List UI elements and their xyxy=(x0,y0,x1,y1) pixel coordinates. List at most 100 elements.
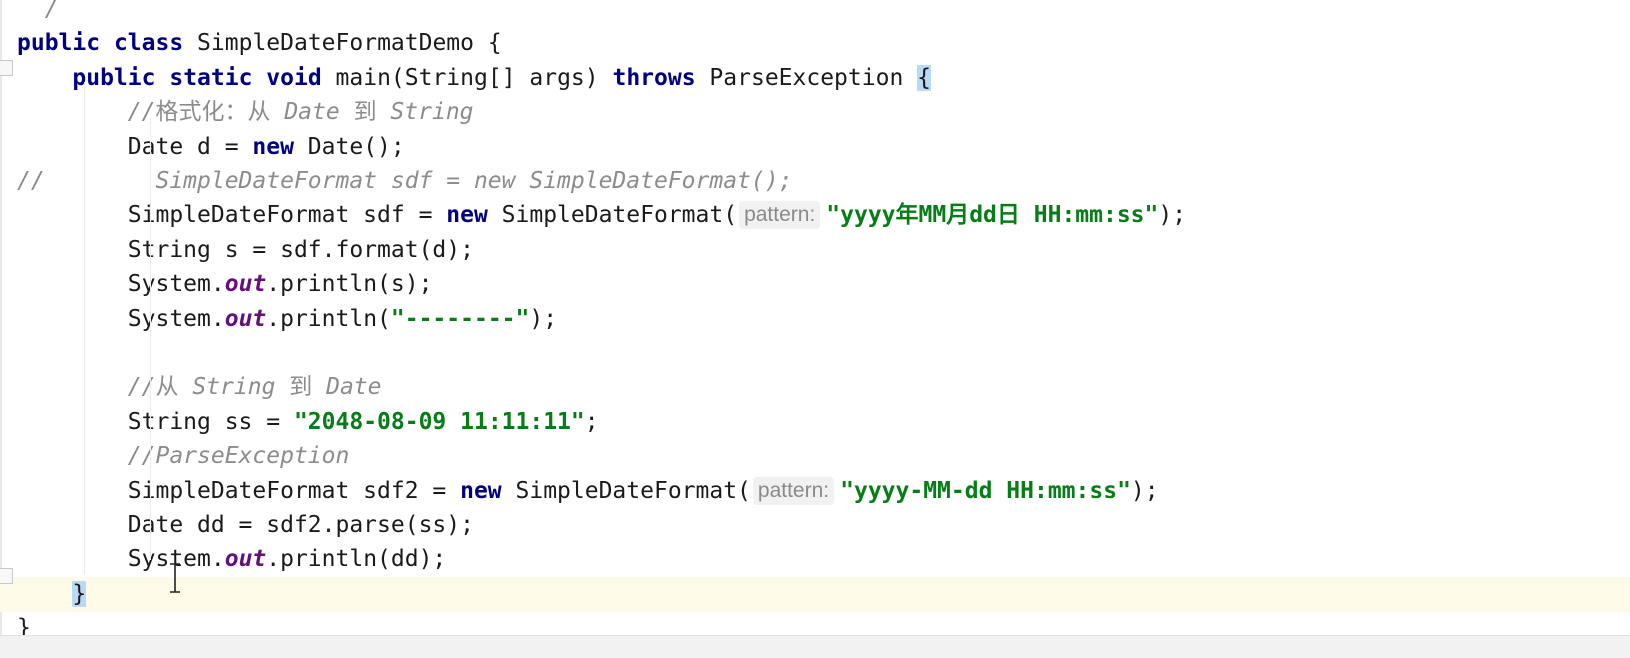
comment-token: 到 xyxy=(353,99,377,126)
code-token: ; xyxy=(584,408,599,435)
code-line[interactable]: public class SimpleDateFormatDemo { xyxy=(0,26,1630,61)
indent-guide xyxy=(150,118,151,560)
code-token: ParseException xyxy=(695,64,918,91)
comment-token: 格式化：从 xyxy=(155,99,271,126)
fold-marker-icon[interactable] xyxy=(0,60,13,76)
string-literal: "yyyy年MM月dd日 HH:mm:ss" xyxy=(826,202,1159,229)
code-line-text: public class SimpleDateFormatDemo { xyxy=(17,26,502,61)
i-beam-text-cursor-icon xyxy=(170,563,180,593)
code-line[interactable]: } xyxy=(0,576,1630,612)
keyword-token: new xyxy=(446,202,488,229)
code-line-text: Date dd = sdf2.parse(ss); xyxy=(17,508,474,543)
code-line-text: //格式化：从 Date 到 String xyxy=(17,95,474,130)
code-token: .println(dd); xyxy=(266,546,447,573)
parameter-hint: pattern: xyxy=(739,201,821,230)
code-line[interactable]: System.out.println("--------"); xyxy=(0,302,1630,337)
code-token: SimpleDateFormat( xyxy=(487,202,738,229)
code-line-text: SimpleDateFormat sdf2 = new SimpleDateFo… xyxy=(17,474,1159,509)
code-line[interactable]: SimpleDateFormat sdf2 = new SimpleDateFo… xyxy=(0,474,1630,509)
static-field-token: out xyxy=(224,305,267,332)
code-line-text: String s = sdf.format(d); xyxy=(17,233,474,268)
code-line-text: Date d = new Date(); xyxy=(17,130,405,165)
fold-marker-icon[interactable] xyxy=(0,568,13,584)
comment-token: String xyxy=(376,99,474,126)
code-line[interactable]: public static void main(String[] args) t… xyxy=(0,61,1630,96)
code-token: SimpleDateFormat( xyxy=(501,477,751,504)
string-literal: "--------" xyxy=(390,305,530,332)
code-token: ); xyxy=(1158,202,1187,229)
code-line[interactable]: String s = sdf.format(d); xyxy=(0,233,1630,268)
code-token: .println( xyxy=(266,305,391,332)
comment-token: // xyxy=(127,99,156,126)
matched-brace: { xyxy=(917,64,931,91)
code-token: String s = sdf.format(d); xyxy=(17,236,474,263)
code-line[interactable]: Date d = new Date(); xyxy=(0,130,1630,165)
parameter-hint: pattern: xyxy=(752,476,835,505)
static-field-token: out xyxy=(224,546,267,573)
code-line[interactable]: Date dd = sdf2.parse(ss); xyxy=(0,508,1630,543)
comment-token: //ParseException xyxy=(17,443,350,470)
code-line-text: public static void main(String[] args) t… xyxy=(17,61,931,96)
code-line-text: //从 String 到 Date xyxy=(17,370,382,405)
code-token: SimpleDateFormatDemo { xyxy=(183,30,502,57)
code-token: System. xyxy=(17,305,225,332)
code-line-text: / xyxy=(17,0,59,27)
keyword-token: class xyxy=(113,30,184,57)
code-token: System. xyxy=(17,546,225,573)
code-token: ); xyxy=(529,305,558,332)
code-token: .println(s); xyxy=(266,271,433,298)
code-editor[interactable]: / public class SimpleDateFormatDemo { pub… xyxy=(0,0,1630,658)
string-literal: "2048-08-09 11:11:11" xyxy=(293,408,585,435)
string-literal: "yyyy-MM-dd HH:mm:ss" xyxy=(840,477,1131,504)
keyword-token: throws xyxy=(612,64,696,91)
keyword-token: public xyxy=(17,30,101,57)
code-line[interactable]: System.out.println(dd); xyxy=(0,542,1630,577)
code-line-text: System.out.println("--------"); xyxy=(17,302,557,337)
code-line-text: // SimpleDateFormat sdf = new SimpleDate… xyxy=(17,164,792,199)
code-line[interactable]: //从 String 到 Date xyxy=(0,370,1630,405)
comment-token: // xyxy=(127,374,156,401)
code-line[interactable]: / xyxy=(0,0,1630,27)
code-token: Date(); xyxy=(293,133,405,160)
code-token: System. xyxy=(17,271,225,298)
code-token: ); xyxy=(1130,477,1159,504)
comment-token: Date xyxy=(312,374,382,401)
comment-token: / xyxy=(17,0,59,22)
code-line[interactable]: // SimpleDateFormat sdf = new SimpleDate… xyxy=(0,164,1630,199)
indent-guide xyxy=(84,82,85,574)
keyword-token: void xyxy=(266,64,322,91)
comment-token: Date xyxy=(270,99,354,126)
comment-token: // SimpleDateFormat sdf = new SimpleDate… xyxy=(17,168,793,194)
code-line-text: SimpleDateFormat sdf = new SimpleDateFor… xyxy=(17,198,1186,233)
code-token: Date dd = sdf2.parse(ss); xyxy=(17,512,474,538)
code-line[interactable]: String ss = "2048-08-09 11:11:11"; xyxy=(0,405,1630,440)
keyword-token: static xyxy=(169,64,253,91)
code-line-text: } xyxy=(17,577,87,612)
static-field-token: out xyxy=(224,271,267,298)
editor-bottom-strip xyxy=(0,635,1630,658)
code-line[interactable]: //格式化：从 Date 到 String xyxy=(0,95,1630,130)
code-line[interactable]: System.out.println(s); xyxy=(0,267,1630,302)
code-line-text: //ParseException xyxy=(17,439,350,474)
code-token: String ss = xyxy=(17,408,294,435)
code-line-text: System.out.println(dd); xyxy=(17,542,447,577)
code-line[interactable] xyxy=(0,336,1630,371)
keyword-token: new xyxy=(252,133,294,160)
code-line-text: String ss = "2048-08-09 11:11:11"; xyxy=(17,405,599,440)
code-token: SimpleDateFormat sdf = xyxy=(17,202,447,229)
code-line[interactable]: SimpleDateFormat sdf = new SimpleDateFor… xyxy=(0,198,1630,233)
comment-token: 从 xyxy=(155,374,179,401)
matched-brace: } xyxy=(72,580,87,607)
code-token: Date d = xyxy=(17,133,253,160)
keyword-token: new xyxy=(460,477,502,504)
code-line[interactable]: //ParseException xyxy=(0,439,1630,474)
code-token: main(String[] args) xyxy=(321,64,613,91)
comment-token: 到 xyxy=(289,374,313,401)
